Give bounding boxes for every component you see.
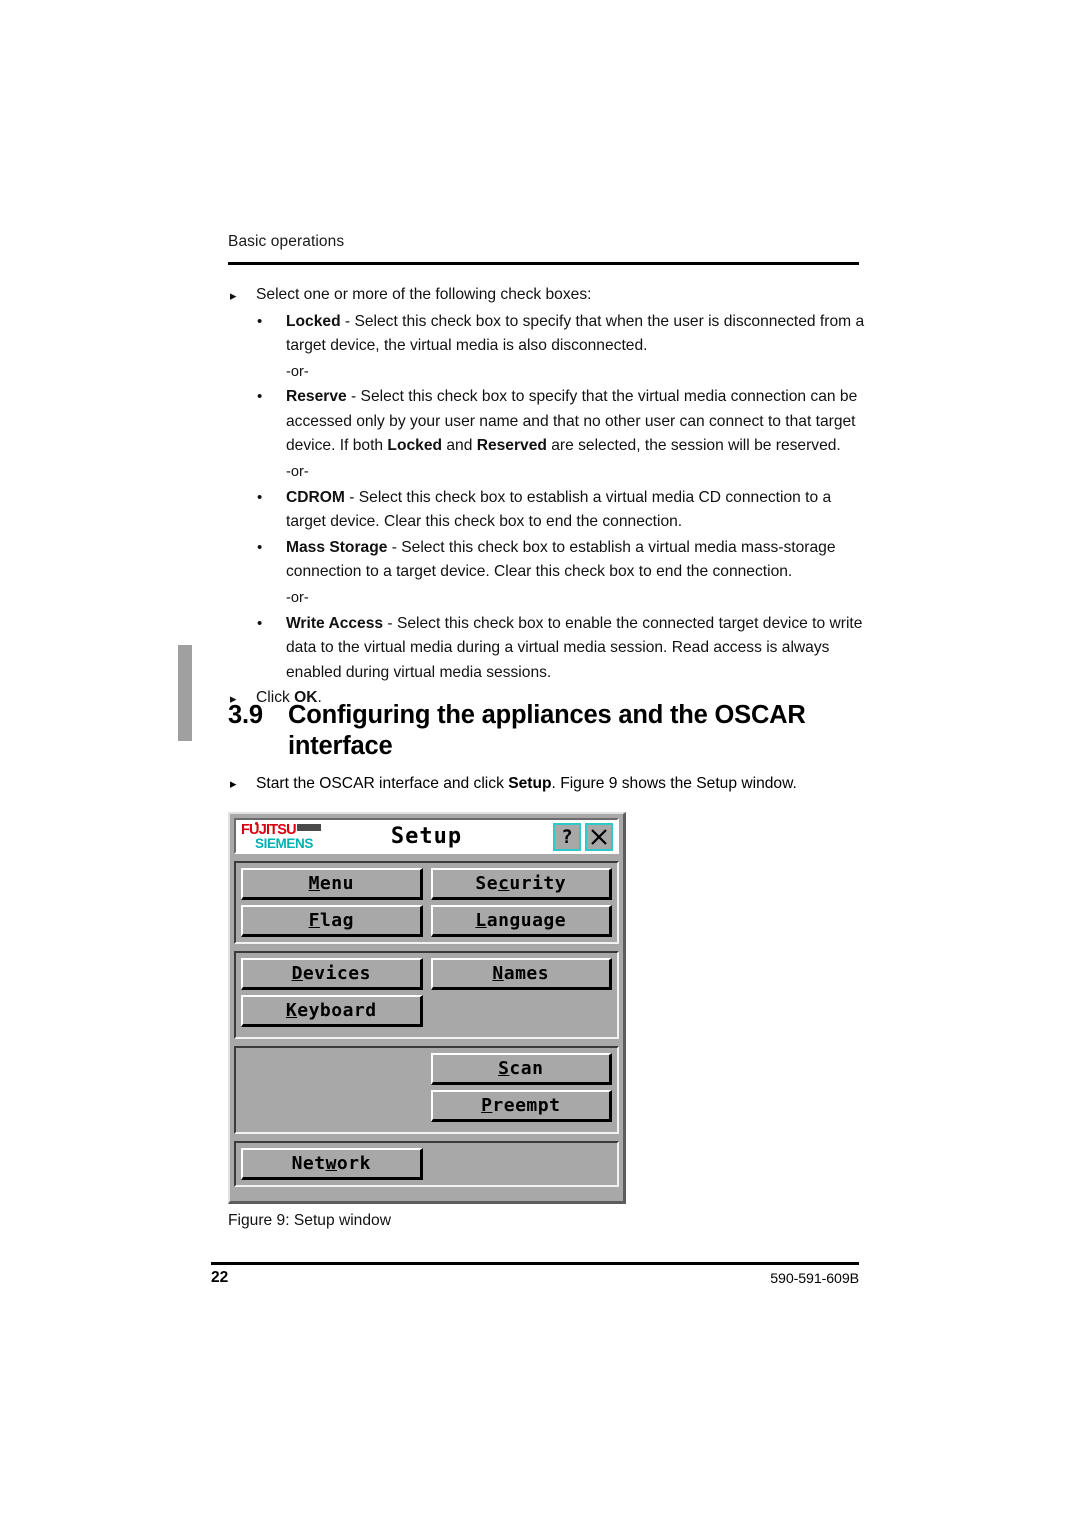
step-text-b: . Figure 9 shows the Setup window. <box>551 775 797 792</box>
step-start-oscar: ▸ Start the OSCAR interface and click Se… <box>228 772 868 796</box>
step-select-checkboxes: ▸ Select one or more of the following ch… <box>228 283 868 308</box>
list-item-write-access: • Write Access - Select this check box t… <box>228 612 868 686</box>
bullet-list: • Locked - Select this check box to spec… <box>228 310 868 686</box>
oscar-setup-window: FUJITSU SIEMENS Setup ? Menu Flag Securi… <box>228 812 626 1204</box>
language-button[interactable]: Language <box>430 905 612 937</box>
step-term-setup: Setup <box>508 775 552 792</box>
group-scan-spacer-1 <box>241 1053 423 1085</box>
list-item-cdrom: • CDROM - Select this check box to estab… <box>228 486 868 535</box>
bullet-text: - Select this check box to specify that … <box>286 312 865 355</box>
or-separator-3: -or- <box>286 590 309 607</box>
window-titlebar: FUJITSU SIEMENS Setup ? <box>234 818 619 854</box>
fujitsu-siemens-logo: FUJITSU SIEMENS <box>241 822 329 851</box>
bullet-text-c: are selected, the session will be reserv… <box>546 437 841 455</box>
section-number: 3.9 <box>228 701 263 729</box>
logo-line-siemens: SIEMENS <box>255 836 313 851</box>
group-devices: Devices Keyboard Names <box>234 951 619 1039</box>
group-scan-spacer-2 <box>241 1090 423 1122</box>
body-content: ▸ Select one or more of the following ch… <box>228 283 868 713</box>
list-item-mass-storage: • Mass Storage - Select this check box t… <box>228 536 868 585</box>
security-button[interactable]: Security <box>430 868 612 900</box>
list-item-locked: • Locked - Select this check box to spec… <box>228 310 868 359</box>
logo-line-fujitsu: FUJITSU <box>241 822 329 838</box>
names-button[interactable]: Names <box>430 958 612 990</box>
group-network-left-column: Network <box>241 1148 427 1180</box>
group-network-right-column <box>427 1148 613 1180</box>
footer-rule <box>211 1262 859 1265</box>
step-text: Select one or more of the following chec… <box>256 286 592 303</box>
bullet-term-reserved: Reserved <box>476 437 547 455</box>
page-title: Configuring the appliances and the OSCAR… <box>288 701 806 760</box>
flag-button[interactable]: Flag <box>241 905 423 937</box>
close-button[interactable] <box>585 823 613 851</box>
network-button[interactable]: Network <box>241 1148 423 1180</box>
bullet-dot-icon: • <box>257 312 263 330</box>
step-marker-icon: ▸ <box>230 288 237 303</box>
group-scan-left-column <box>241 1053 427 1127</box>
group-scan-right-column: Scan Preempt <box>427 1053 612 1127</box>
bullet-dot-icon: • <box>257 488 263 506</box>
bullet-text-b: and <box>442 437 477 455</box>
group-devices-left-column: Devices Keyboard <box>241 958 427 1032</box>
change-bar <box>178 645 192 741</box>
group-devices-right-column: Names <box>427 958 613 1032</box>
devices-button[interactable]: Devices <box>241 958 423 990</box>
bullet-term-locked: Locked <box>387 437 443 455</box>
scan-button[interactable]: Scan <box>430 1053 612 1085</box>
group-menu-left-column: Menu Flag <box>241 868 427 937</box>
group-network: Network <box>234 1141 619 1187</box>
bullet-text: - Select this check box to establish a v… <box>286 488 832 531</box>
bullet-term: Write Access <box>286 614 384 632</box>
bullet-dot-icon: • <box>257 614 263 632</box>
bullet-dot-icon: • <box>257 538 263 556</box>
header-rule <box>228 262 859 265</box>
group-scan: Scan Preempt <box>234 1046 619 1134</box>
or-separator-1: -or- <box>286 363 309 380</box>
list-item-reserve: • Reserve - Select this check box to spe… <box>228 385 868 459</box>
step-marker-icon: ▸ <box>230 776 237 791</box>
bullet-term: Reserve <box>286 388 347 406</box>
question-mark-icon: ? <box>561 825 573 848</box>
bullet-term: Locked <box>286 312 341 330</box>
bullet-term: CDROM <box>286 488 345 506</box>
help-button[interactable]: ? <box>553 823 581 851</box>
footer-document-number: 590-591-609B <box>770 1271 859 1287</box>
window-title-buttons: ? <box>553 823 613 851</box>
figure-caption: Figure 9: Setup window <box>228 1212 391 1229</box>
group-devices-spacer <box>431 995 613 1027</box>
menu-button[interactable]: Menu <box>241 868 423 900</box>
bullet-term: Mass Storage <box>286 538 388 556</box>
footer-page-number: 22 <box>211 1269 229 1286</box>
preempt-button[interactable]: Preempt <box>430 1090 612 1122</box>
section-heading: 3.9 Configuring the appliances and the O… <box>228 700 868 762</box>
group-menu-right-column: Security Language <box>427 868 612 937</box>
keyboard-button[interactable]: Keyboard <box>241 995 423 1027</box>
group-menu: Menu Flag Security Language <box>234 861 619 944</box>
running-header: Basic operations <box>228 233 345 250</box>
bullet-dot-icon: • <box>257 388 263 406</box>
or-separator-2: -or- <box>286 464 309 481</box>
step-text-a: Start the OSCAR interface and click <box>256 775 509 792</box>
close-icon <box>591 829 607 845</box>
document-page: Basic operations ▸ Select one or more of… <box>0 0 1080 1528</box>
